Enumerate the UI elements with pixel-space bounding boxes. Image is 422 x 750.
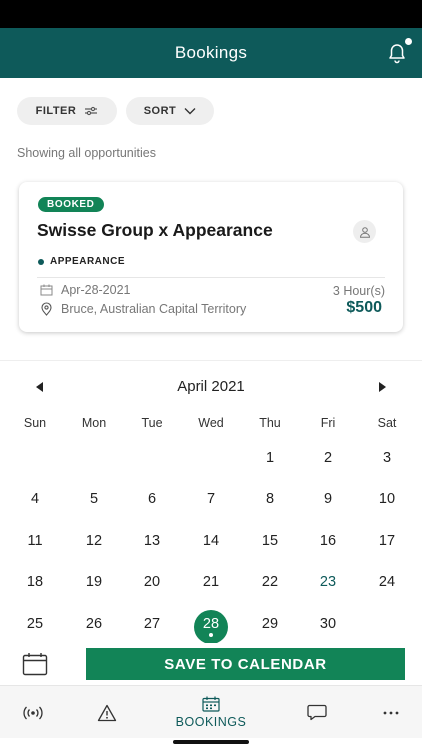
chat-icon	[307, 704, 327, 721]
calendar-day[interactable]: 4	[10, 484, 60, 514]
calendar-day[interactable]: 7	[186, 484, 236, 514]
app-header: Bookings	[0, 28, 422, 78]
broadcast-icon	[23, 706, 43, 719]
user-icon	[359, 226, 370, 238]
weekday-label: Mon	[81, 416, 107, 430]
calendar-day[interactable]: 3	[362, 443, 412, 473]
save-to-calendar-button[interactable]: SAVE TO CALENDAR	[86, 648, 405, 680]
location-pin-icon	[41, 302, 52, 316]
booking-price: $500	[346, 299, 382, 316]
booking-duration: 3 Hour(s)	[332, 284, 385, 298]
calendar-day[interactable]: 9	[303, 484, 353, 514]
next-month-button[interactable]	[372, 378, 392, 396]
more-icon	[383, 711, 399, 714]
booking-card[interactable]: BOOKED Swisse Group x Appearance APPEARA…	[19, 182, 403, 332]
calendar-day[interactable]: 30	[303, 609, 353, 639]
calendar-day[interactable]: 27	[127, 609, 177, 639]
calendar-day[interactable]: 1	[245, 443, 295, 473]
chevron-down-icon	[184, 108, 196, 115]
calendar-day[interactable]: 26	[69, 609, 119, 639]
tab-more[interactable]	[376, 686, 406, 739]
status-bar	[0, 0, 422, 28]
tab-label: BOOKINGS	[175, 715, 247, 729]
warning-icon	[97, 704, 117, 721]
status-badge: BOOKED	[38, 197, 104, 212]
calendar-day[interactable]: 17	[362, 526, 412, 556]
calendar-icon	[40, 284, 53, 296]
calendar-day[interactable]: 12	[69, 526, 119, 556]
tab-broadcast[interactable]	[18, 686, 48, 739]
calendar-day[interactable]: 14	[186, 526, 236, 556]
filter-button[interactable]: FILTER	[17, 97, 117, 125]
weekday-label: Fri	[320, 416, 336, 430]
triangle-right-icon	[379, 382, 386, 392]
weekday-label: Thu	[259, 416, 281, 430]
calendar-day[interactable]: 2	[303, 443, 353, 473]
calendar-day[interactable]: 18	[10, 567, 60, 597]
booking-location-text: Bruce, Australian Capital Territory	[61, 302, 247, 316]
category-label: APPEARANCE	[50, 256, 126, 267]
weekday-label: Sun	[23, 416, 47, 430]
booking-date-text: Apr-28-2021	[61, 283, 131, 297]
event-dot	[209, 633, 213, 637]
card-divider	[37, 277, 385, 278]
weekday-label: Sat	[377, 416, 397, 430]
calendar-day[interactable]: 8	[245, 484, 295, 514]
calendar-day[interactable]: 15	[245, 526, 295, 556]
section-divider	[0, 360, 422, 361]
calendar-day[interactable]: 5	[69, 484, 119, 514]
sliders-icon	[85, 106, 98, 116]
calendar-icon[interactable]	[22, 652, 48, 676]
weekday-label: Wed	[198, 416, 224, 430]
sort-label: SORT	[143, 105, 177, 117]
tab-messages[interactable]	[302, 686, 332, 739]
calendar-day[interactable]: 25	[10, 609, 60, 639]
category-dot	[38, 258, 44, 265]
weekday-label: Tue	[141, 416, 163, 430]
calendar-day[interactable]: 13	[127, 526, 177, 556]
calendar-day[interactable]: 11	[10, 526, 60, 556]
booking-date: Apr-28-2021	[40, 283, 131, 297]
calendar-month: April 2021	[177, 378, 245, 395]
notification-dot	[405, 38, 412, 45]
calendar-day[interactable]: 19	[69, 567, 119, 597]
calendar-day[interactable]: 20	[127, 567, 177, 597]
calendar-day[interactable]: 10	[362, 484, 412, 514]
calendar-day[interactable]: 24	[362, 567, 412, 597]
calendar-day[interactable]: 21	[186, 567, 236, 597]
booking-location: Bruce, Australian Capital Territory	[40, 302, 246, 316]
calendar-icon	[202, 696, 220, 712]
calendar-day[interactable]: 16	[303, 526, 353, 556]
calendar-day[interactable]: 22	[245, 567, 295, 597]
calendar-day[interactable]: 6	[127, 484, 177, 514]
booking-title: Swisse Group x Appearance	[37, 220, 273, 240]
filter-label: FILTER	[35, 105, 77, 117]
tab-alerts[interactable]	[92, 686, 122, 739]
sort-button[interactable]: SORT	[126, 97, 214, 125]
avatar	[353, 220, 376, 243]
bottom-tab-bar: BOOKINGS	[0, 685, 422, 738]
calendar-day[interactable]: 29	[245, 609, 295, 639]
home-indicator	[173, 740, 249, 744]
results-subtitle: Showing all opportunities	[17, 146, 156, 160]
category-tag: APPEARANCE	[38, 256, 125, 267]
page-title: Bookings	[174, 43, 248, 62]
calendar-day[interactable]: 23	[303, 567, 353, 597]
tab-bookings[interactable]: BOOKINGS	[165, 686, 257, 739]
